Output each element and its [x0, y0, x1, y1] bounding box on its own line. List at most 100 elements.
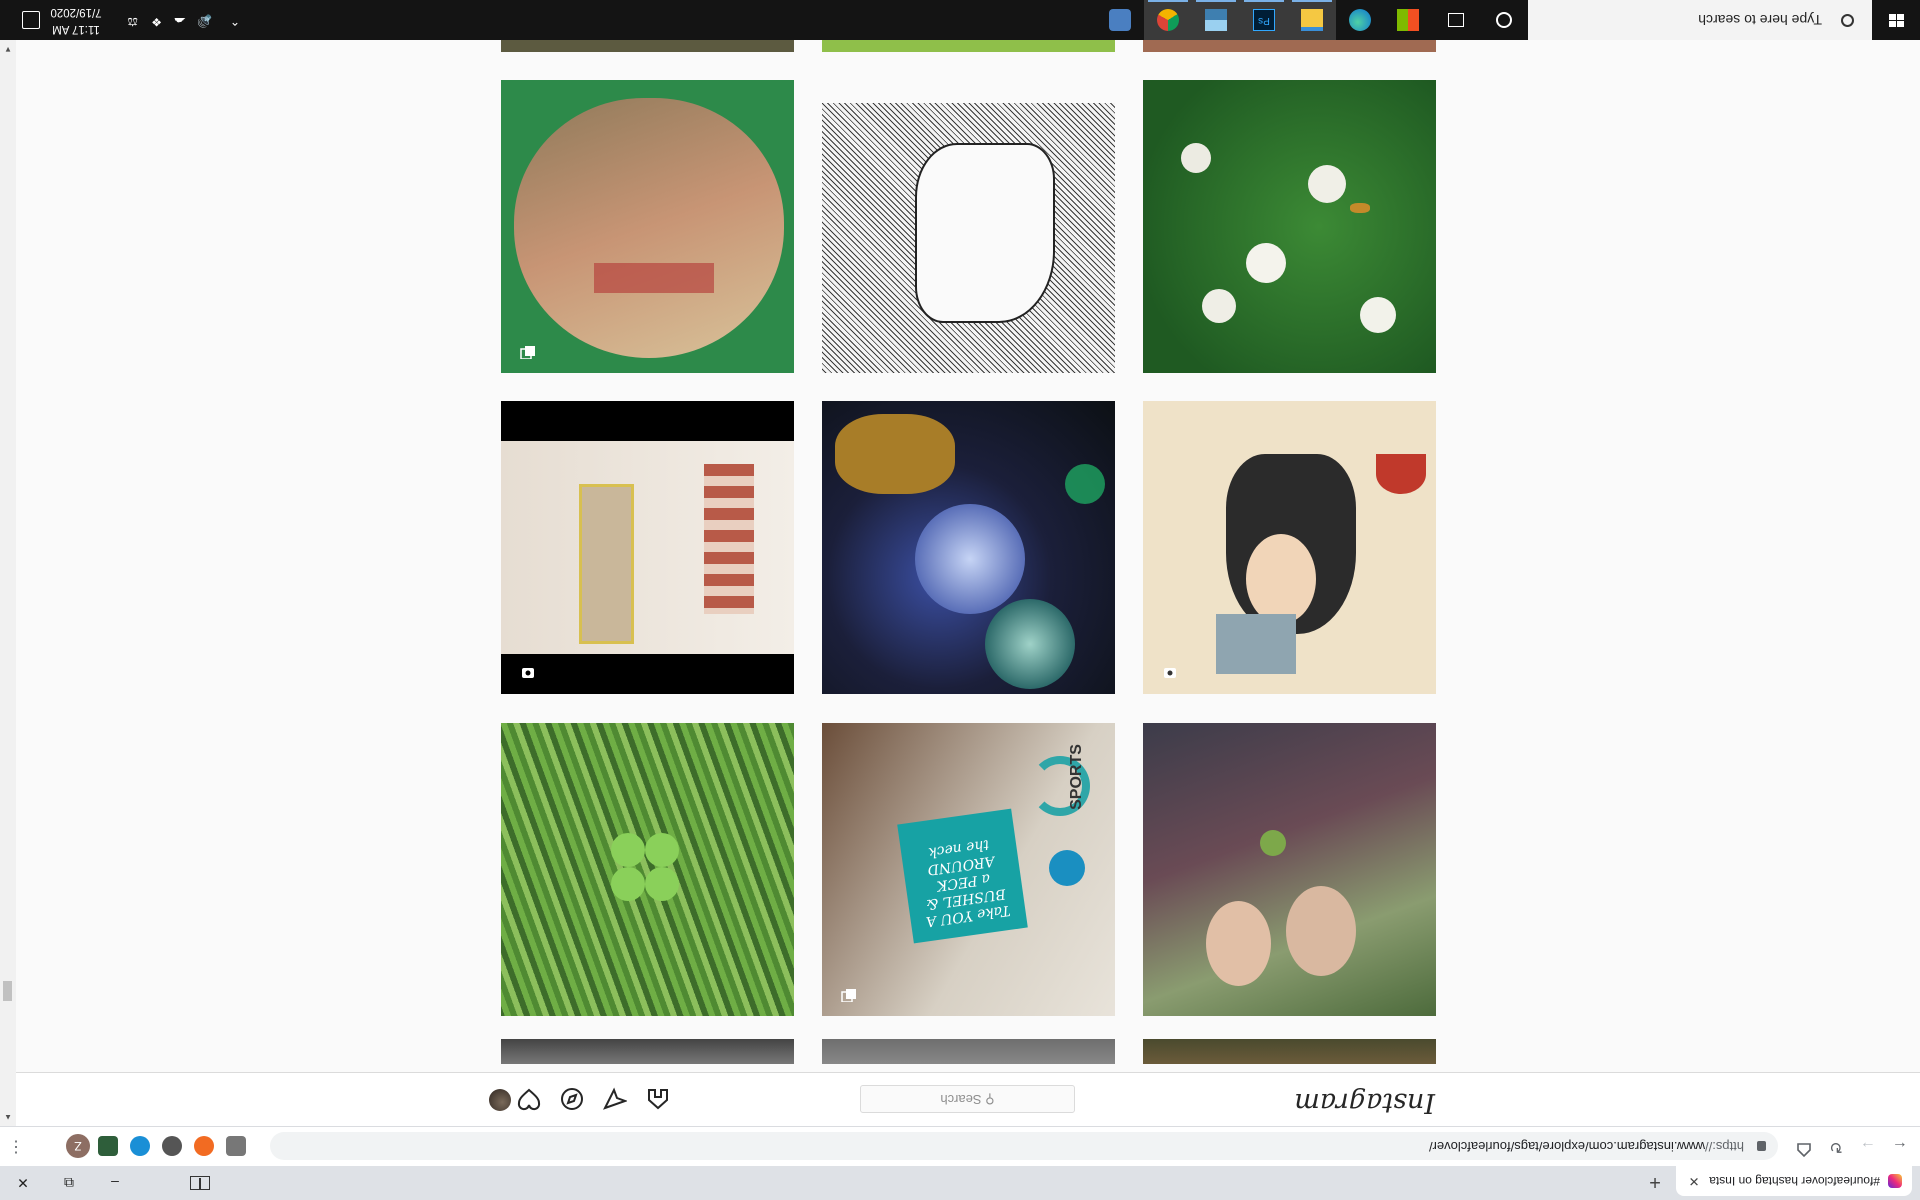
taskbar-edge[interactable]: [1336, 0, 1384, 40]
forward-arrow-icon[interactable]: →: [1856, 1134, 1880, 1158]
restore-button[interactable]: ⧉: [46, 1166, 92, 1200]
photo-face: [1206, 901, 1271, 986]
task-view-icon: [1448, 13, 1464, 27]
post-tile[interactable]: [501, 80, 794, 373]
extension-green-icon[interactable]: [98, 1136, 118, 1156]
taskbar-control-panel[interactable]: [1096, 0, 1144, 40]
taskbar-photoshop[interactable]: Ps: [1240, 0, 1288, 40]
edge-icon: [1349, 9, 1371, 31]
windows-taskbar: Type here to search Ps ⌃ 🔊 ☁ ❖ ⚖ 11:17 A…: [0, 0, 1920, 40]
reload-icon[interactable]: ↻: [1824, 1134, 1848, 1158]
post-tile[interactable]: [822, 80, 1115, 373]
store-icon: [1397, 9, 1419, 31]
taskbar-search-input[interactable]: Type here to search: [1528, 0, 1872, 40]
photoshop-icon: Ps: [1253, 9, 1275, 31]
post-tile[interactable]: [1143, 401, 1436, 694]
post-tile[interactable]: [1143, 40, 1436, 52]
chrome-icon: [1157, 9, 1179, 31]
scroll-down-arrow-icon[interactable]: ▼: [3, 44, 13, 54]
craft-card-text: Take YOU A BUSHEL & a PECK AROUND the ne…: [924, 836, 1012, 930]
drawing-hand: [915, 143, 1055, 323]
task-view-button[interactable]: [1432, 0, 1480, 40]
post-tile[interactable]: [1143, 723, 1436, 1016]
tab-close-icon[interactable]: ✕: [1686, 1173, 1702, 1189]
extension-orange-icon[interactable]: [194, 1136, 214, 1156]
multi-post-icon: [841, 989, 856, 1002]
taskbar-search-placeholder: Type here to search: [1698, 12, 1822, 28]
cortana-button[interactable]: [1480, 0, 1528, 40]
post-tile[interactable]: [822, 40, 1115, 52]
blue-bead: [1049, 850, 1085, 886]
hourglass-frame: [835, 414, 955, 494]
browser-tab-strip: #fourleafclover hashtag on Insta ✕ + – ⧉…: [0, 1166, 1920, 1200]
extension-blue-icon[interactable]: [130, 1136, 150, 1156]
hourglass-bulb: [985, 599, 1075, 689]
doorway: [579, 484, 634, 644]
taskbar-file-explorer[interactable]: [1288, 0, 1336, 40]
tab-title: #fourleafclover hashtag on Insta: [1709, 1174, 1880, 1188]
striped-shirt: [704, 464, 754, 614]
instagram-favicon-icon: [1888, 1174, 1902, 1188]
bokeh-light: [1065, 464, 1105, 504]
bee: [1350, 203, 1370, 213]
page-scrollbar[interactable]: ▲ ▼: [0, 40, 16, 1126]
url-text: www.instagram.com/explore/tags/fourleafc…: [1428, 1139, 1705, 1154]
post-tile[interactable]: [501, 723, 794, 1016]
windows-logo-icon: [1888, 13, 1904, 27]
clover-flower: [1202, 289, 1236, 323]
clock-time: 11:17 AM: [52, 23, 100, 35]
post-tile[interactable]: [1143, 80, 1436, 373]
scroll-thumb[interactable]: [3, 981, 12, 1001]
action-center-icon[interactable]: [22, 11, 40, 29]
tattoo-collar: [1216, 614, 1296, 674]
tab-search-icon[interactable]: [190, 1176, 210, 1190]
new-tab-button[interactable]: +: [1642, 1168, 1668, 1194]
four-leaf-clover: [645, 867, 679, 901]
search-icon: [1841, 14, 1854, 27]
extension-grey-circle-icon[interactable]: [162, 1136, 182, 1156]
start-button[interactable]: [1872, 0, 1920, 40]
address-bar[interactable]: https://www.instagram.com/explore/tags/f…: [270, 1132, 1778, 1160]
post-tile[interactable]: [1143, 1039, 1436, 1064]
page-viewport: Instagram ⚲ Search Take YOU A BUSHEL & a…: [0, 40, 1920, 1126]
folder-icon: [1301, 9, 1323, 31]
post-tile[interactable]: Take YOU A BUSHEL & a PECK AROUND the ne…: [822, 723, 1115, 1016]
close-window-button[interactable]: ✕: [0, 1166, 46, 1200]
taskbar-photos[interactable]: [1192, 0, 1240, 40]
clover-flower: [1246, 243, 1286, 283]
video-icon: [522, 668, 534, 678]
settings-gear-icon: [1109, 9, 1131, 31]
clover-flower: [1308, 165, 1346, 203]
minimize-button[interactable]: –: [92, 1166, 138, 1200]
volume-icon[interactable]: 🔊: [197, 14, 212, 28]
back-arrow-icon[interactable]: ←: [1888, 1134, 1912, 1158]
drawing-border: [822, 80, 1115, 103]
browser-menu-icon[interactable]: ⋮: [8, 1134, 24, 1158]
taskbar-store[interactable]: [1384, 0, 1432, 40]
onedrive-icon[interactable]: ☁: [174, 15, 186, 29]
video-icon: [1164, 668, 1176, 678]
scroll-up-arrow-icon[interactable]: ▲: [3, 1112, 13, 1122]
post-tile[interactable]: [822, 1039, 1115, 1064]
dropbox-icon[interactable]: ❖: [151, 15, 162, 29]
profile-avatar[interactable]: Z: [66, 1134, 90, 1158]
post-grid: Take YOU A BUSHEL & a PECK AROUND the ne…: [16, 40, 1920, 1126]
newspaper-heading: SPORTS: [1068, 744, 1086, 810]
home-icon[interactable]: [1792, 1134, 1816, 1158]
multi-post-icon: [520, 346, 535, 359]
extension-g-icon[interactable]: [226, 1136, 246, 1156]
clover-flower: [1360, 297, 1396, 333]
collage-mask: [514, 98, 784, 358]
post-tile[interactable]: [501, 1039, 794, 1064]
photo-face: [1286, 886, 1356, 976]
network-icon[interactable]: ⚖: [127, 15, 138, 29]
tray-chevron-icon[interactable]: ⌃: [230, 14, 240, 28]
tab-instagram[interactable]: #fourleafclover hashtag on Insta ✕: [1676, 1166, 1912, 1196]
photos-icon: [1205, 9, 1227, 31]
post-tile[interactable]: [822, 401, 1115, 694]
taskbar-chrome[interactable]: [1144, 0, 1192, 40]
tattoo-heart: [1376, 454, 1426, 494]
post-tile[interactable]: [501, 40, 794, 52]
taskbar-clock[interactable]: 11:17 AM 7/19/2020: [44, 3, 108, 37]
post-tile[interactable]: [501, 401, 794, 694]
